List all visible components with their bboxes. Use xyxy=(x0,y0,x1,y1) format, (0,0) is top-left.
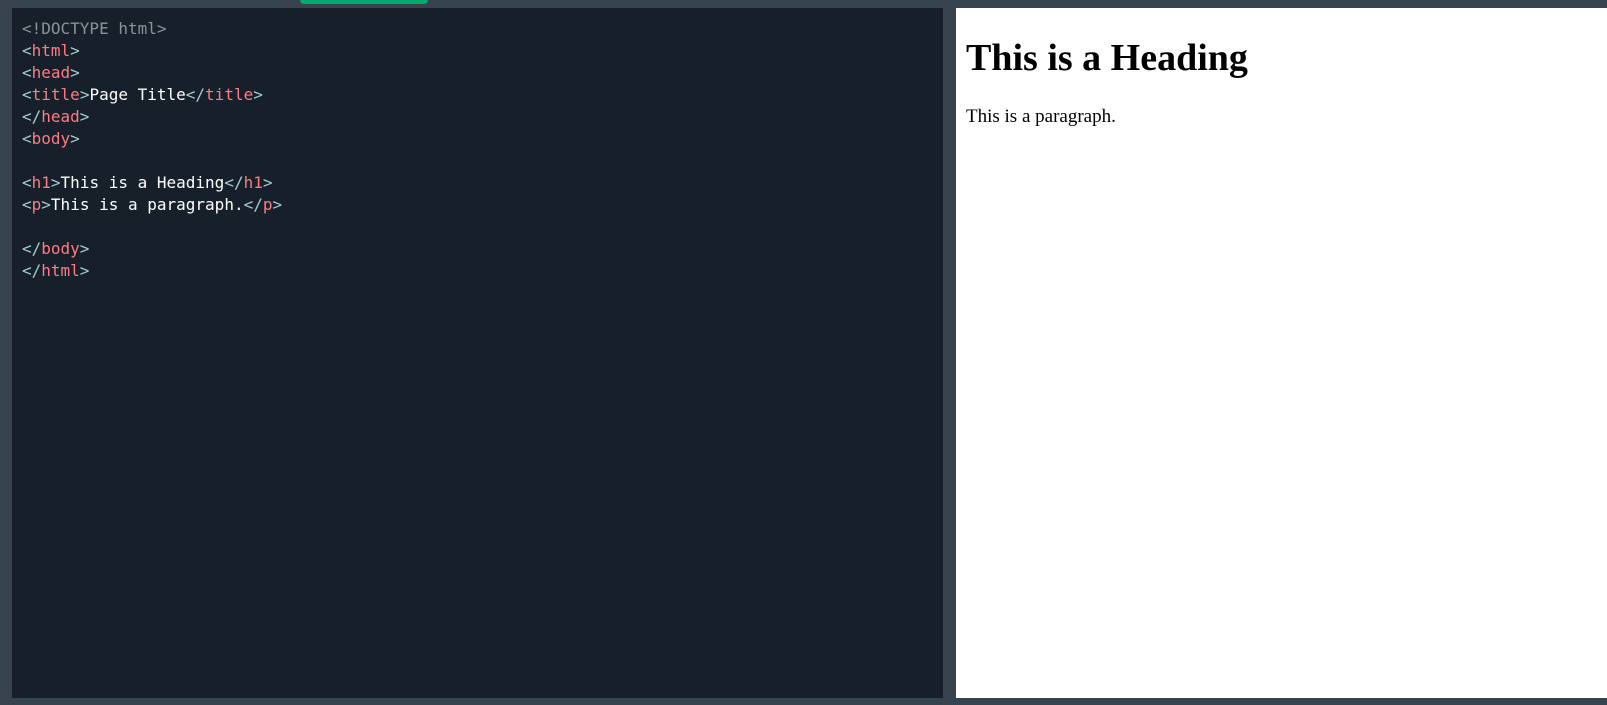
code-token-tag: title xyxy=(31,85,80,104)
code-token-bracket: > xyxy=(70,63,80,82)
code-token-tag: p xyxy=(31,195,42,214)
code-token-bracket: < xyxy=(22,195,32,214)
code-content[interactable]: <!DOCTYPE html> <html> <head> <title>Page T… xyxy=(12,8,943,282)
code-token-bracket: > xyxy=(262,173,273,192)
code-token-tag: h1 xyxy=(31,173,51,192)
code-line[interactable]: <!DOCTYPE html> xyxy=(22,18,943,40)
code-token-bracket: > xyxy=(79,239,90,258)
code-line[interactable] xyxy=(22,150,943,172)
result-preview: This is a Heading This is a paragraph. xyxy=(956,8,1607,698)
code-token-bracket: < xyxy=(22,41,32,60)
code-token-tag: body xyxy=(31,129,71,148)
code-token-text: This is a paragraph. xyxy=(50,195,244,214)
code-token-bracket: < xyxy=(22,173,32,192)
code-token-doctype: <!DOCTYPE html> xyxy=(22,19,167,38)
code-token-tag: head xyxy=(41,107,80,126)
code-token-bracket: < xyxy=(22,129,32,148)
code-token-bracket: </ xyxy=(22,261,42,280)
code-token-bracket: > xyxy=(272,195,283,214)
pane-splitter[interactable] xyxy=(943,8,956,698)
code-editor[interactable]: <!DOCTYPE html> <html> <head> <title>Page T… xyxy=(12,8,943,698)
code-line[interactable]: </head> xyxy=(22,106,943,128)
code-token-bracket: </ xyxy=(22,239,42,258)
preview-document: This is a Heading This is a paragraph. xyxy=(956,35,1607,129)
code-line[interactable]: <h1>This is a Heading</h1> xyxy=(22,172,943,194)
code-token-bracket: > xyxy=(70,129,80,148)
active-tab-indicator xyxy=(300,0,428,4)
preview-paragraph: This is a paragraph. xyxy=(966,106,1116,127)
code-token-bracket: </ xyxy=(185,85,206,104)
code-token-bracket: > xyxy=(50,173,61,192)
code-token-bracket: > xyxy=(253,85,263,104)
code-token-tag: title xyxy=(205,85,254,104)
code-token-bracket: > xyxy=(79,107,90,126)
code-token-tag: h1 xyxy=(243,173,263,192)
code-token-bracket: < xyxy=(22,85,32,104)
code-token-tag: html xyxy=(31,41,71,60)
code-token-tag: head xyxy=(31,63,71,82)
code-token-text: Page Title xyxy=(89,85,186,104)
code-token-bracket: </ xyxy=(243,195,263,214)
preview-heading: This is a Heading xyxy=(966,37,1248,79)
code-token-bracket: </ xyxy=(224,173,244,192)
code-token-bracket: > xyxy=(70,41,80,60)
code-line[interactable]: </body> xyxy=(22,238,943,260)
code-line[interactable]: <p>This is a paragraph.</p> xyxy=(22,194,943,216)
code-token-bracket: > xyxy=(79,261,90,280)
code-line[interactable]: </html> xyxy=(22,260,943,282)
code-line[interactable]: <head> xyxy=(22,62,943,84)
code-token-bracket: < xyxy=(22,63,32,82)
code-token-tag: html xyxy=(41,261,80,280)
code-token-bracket: </ xyxy=(22,107,42,126)
code-token-text: This is a Heading xyxy=(60,173,225,192)
code-token-tag: body xyxy=(41,239,80,258)
code-line[interactable] xyxy=(22,216,943,238)
code-token-bracket: > xyxy=(79,85,90,104)
code-line[interactable]: <body> xyxy=(22,128,943,150)
code-line[interactable]: <title>Page Title</title> xyxy=(22,84,943,106)
code-token-bracket: > xyxy=(41,195,51,214)
code-line[interactable]: <html> xyxy=(22,40,943,62)
